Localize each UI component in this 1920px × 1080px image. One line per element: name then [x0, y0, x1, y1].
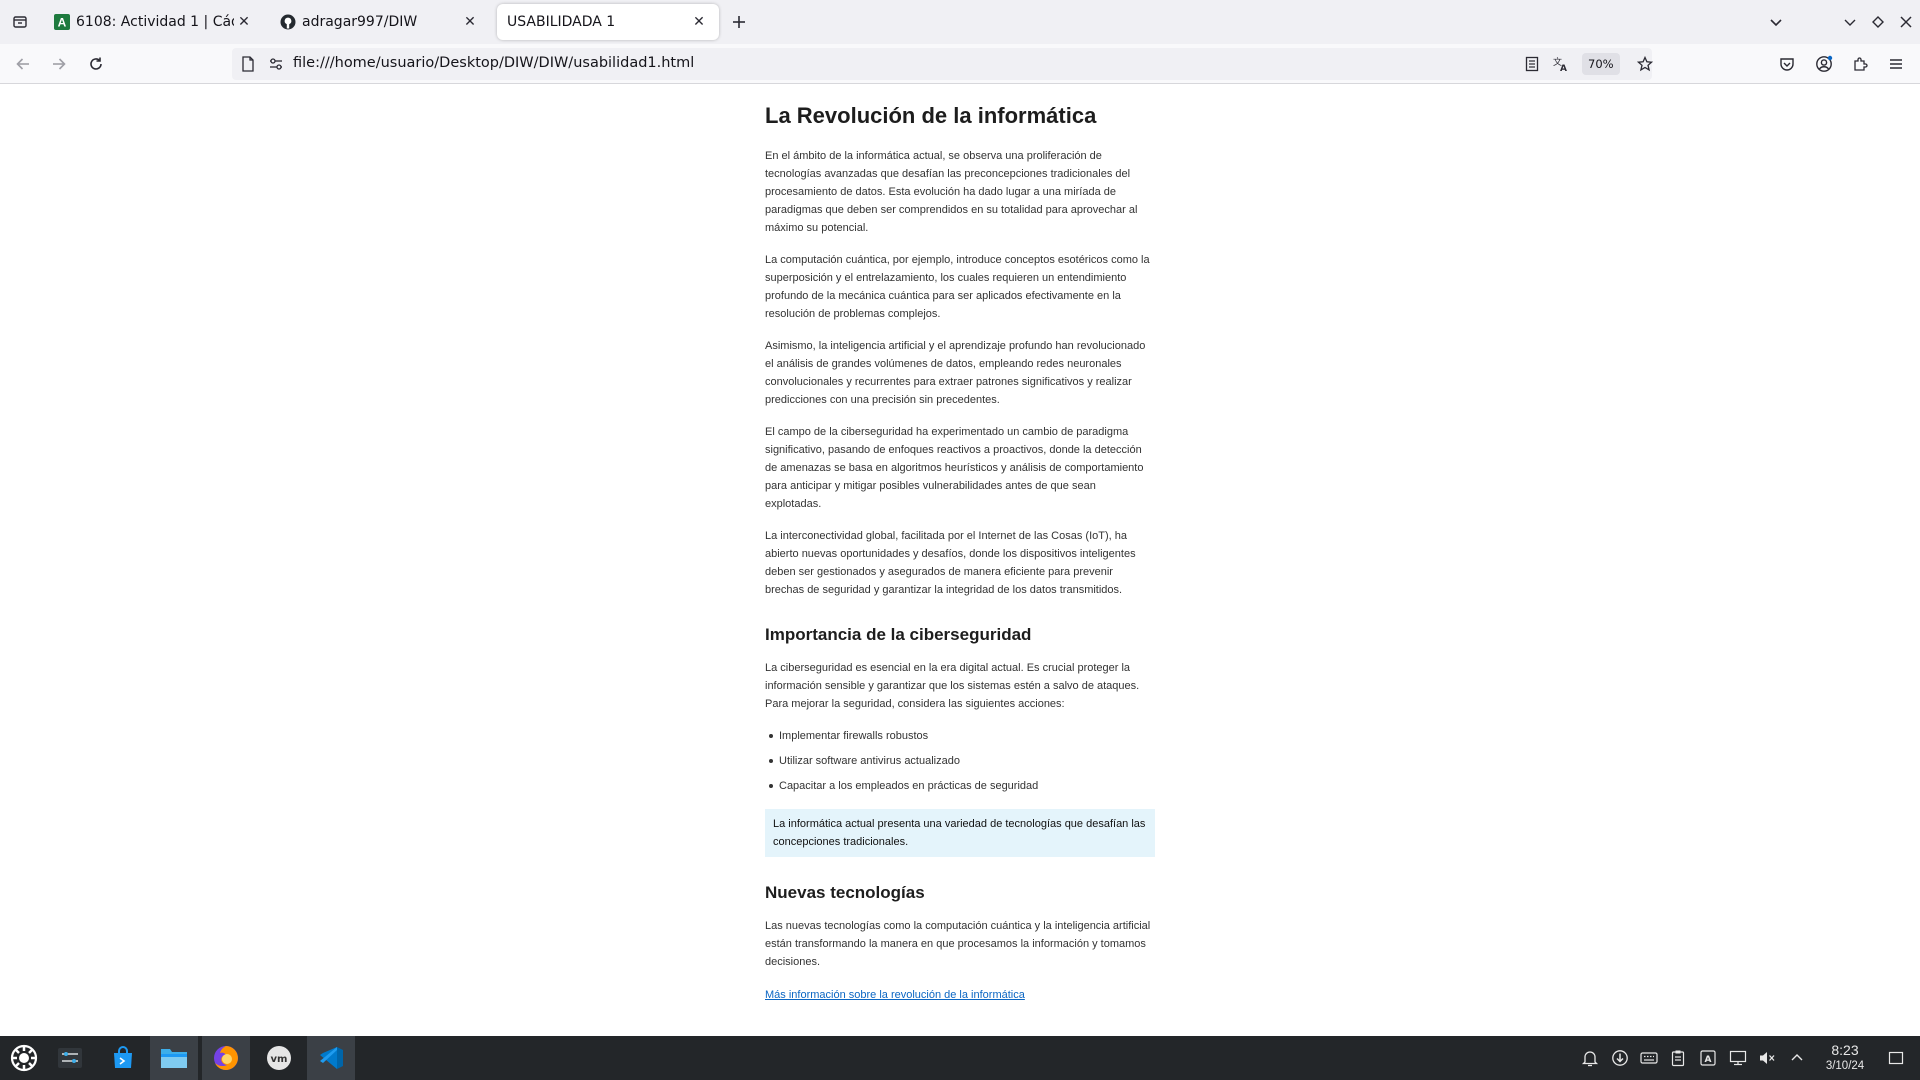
clock[interactable]: 8:23 3/10/24	[1810, 1042, 1880, 1074]
tab-actividad[interactable]: A 6108: Actividad 1 | Cádiz ✕	[44, 4, 264, 40]
minimize-chevron-down-icon[interactable]	[1836, 8, 1864, 36]
translate-icon[interactable]: 文A	[1550, 54, 1570, 74]
close-tab-icon[interactable]: ✕	[234, 12, 254, 32]
zoom-level-button[interactable]: 70%	[1582, 53, 1620, 75]
discover-store-icon[interactable]	[99, 1036, 147, 1080]
input-method-icon[interactable]: A	[1698, 1048, 1718, 1068]
section-heading-new-tech: Nuevas tecnologías	[765, 883, 925, 902]
list-tabs-chevron-down-icon[interactable]	[1762, 8, 1790, 36]
tab-usabilidad[interactable]: USABILIDADA 1 ✕	[497, 4, 719, 40]
vscode-icon[interactable]	[307, 1036, 355, 1080]
new-tech-paragraph: Las nuevas tecnologías como la computaci…	[765, 920, 1151, 968]
show-desktop-icon[interactable]	[1886, 1048, 1906, 1068]
permissions-icon[interactable]	[266, 54, 286, 74]
tab-title: USABILIDADA 1	[507, 14, 616, 30]
paragraph: Asimismo, la inteligencia artificial y e…	[765, 340, 1146, 406]
back-arrow-icon[interactable]	[9, 50, 37, 78]
tray-expand-chevron-up-icon[interactable]	[1787, 1048, 1807, 1068]
page-viewport: La Revolución de la informática En el ám…	[0, 85, 1920, 1036]
firefox-view-icon[interactable]	[6, 8, 34, 36]
page-info-icon[interactable]	[238, 54, 258, 74]
list-item: Implementar firewalls robustos	[765, 727, 1155, 745]
vmware-icon[interactable]: vm	[255, 1036, 303, 1080]
network-icon[interactable]	[1728, 1048, 1748, 1068]
new-tab-button[interactable]	[725, 8, 753, 36]
paragraph: La interconectividad global, facilitada …	[765, 530, 1136, 596]
keyboard-icon[interactable]	[1639, 1048, 1659, 1068]
highlight-callout: La informática actual presenta una varie…	[765, 809, 1155, 857]
list-item: Utilizar software antivirus actualizado	[765, 752, 1155, 770]
paragraph: El campo de la ciberseguridad ha experim…	[765, 426, 1144, 510]
clock-time: 8:23	[1831, 1042, 1859, 1058]
menu-hamburger-icon[interactable]	[1882, 50, 1910, 78]
system-settings-icon[interactable]	[46, 1036, 94, 1080]
address-bar[interactable]: file:///home/usuario/Desktop/DIW/DIW/usa…	[232, 48, 1655, 80]
security-actions-list: Implementar firewalls robustos Utilizar …	[765, 727, 1155, 795]
svg-text:vm: vm	[271, 1054, 288, 1065]
tab-github[interactable]: adragar997/DIW ✕	[270, 4, 490, 40]
close-window-icon[interactable]	[1892, 8, 1920, 36]
moodle-favicon-icon: A	[54, 14, 70, 30]
taskbar: vm A 8:23 3/10/24	[0, 1036, 1920, 1080]
article: La Revolución de la informática En el ám…	[765, 103, 1155, 1003]
tab-title: adragar997/DIW	[302, 14, 418, 30]
close-tab-icon[interactable]: ✕	[689, 12, 709, 32]
reload-icon[interactable]	[82, 50, 110, 78]
more-info-link[interactable]: Más información sobre la revolución de l…	[765, 989, 1025, 1001]
section-heading-security: Importancia de la ciberseguridad	[765, 625, 1032, 644]
firefox-icon[interactable]	[202, 1036, 250, 1080]
navigation-toolbar: file:///home/usuario/Desktop/DIW/DIW/usa…	[0, 44, 1920, 84]
forward-arrow-icon[interactable]	[45, 50, 73, 78]
url-text: file:///home/usuario/Desktop/DIW/DIW/usa…	[293, 55, 695, 71]
list-item: Capacitar a los empleados en prácticas d…	[765, 777, 1155, 795]
account-icon[interactable]	[1810, 50, 1838, 78]
update-icon[interactable]	[1610, 1048, 1630, 1068]
clipboard-icon[interactable]	[1668, 1048, 1688, 1068]
pocket-icon[interactable]	[1773, 50, 1801, 78]
svg-text:A: A	[1705, 1055, 1712, 1065]
app-launcher-icon[interactable]	[0, 1036, 48, 1080]
close-tab-icon[interactable]: ✕	[460, 12, 480, 32]
paragraph: La computación cuántica, por ejemplo, in…	[765, 254, 1150, 320]
reader-view-icon[interactable]	[1522, 54, 1542, 74]
notifications-icon[interactable]	[1580, 1048, 1600, 1068]
tab-strip: A 6108: Actividad 1 | Cádiz ✕ adragar997…	[0, 0, 1920, 44]
file-manager-icon[interactable]	[150, 1036, 198, 1080]
page-title: La Revolución de la informática	[765, 103, 1097, 128]
maximize-diamond-icon[interactable]	[1864, 8, 1892, 36]
extensions-icon[interactable]	[1846, 50, 1874, 78]
paragraph: En el ámbito de la informática actual, s…	[765, 150, 1138, 234]
clock-date: 3/10/24	[1825, 1060, 1865, 1072]
svg-text:A: A	[58, 16, 67, 30]
tab-title: 6108: Actividad 1 | Cádiz	[76, 14, 234, 30]
github-favicon-icon	[280, 14, 296, 30]
svg-text:A: A	[1560, 64, 1567, 72]
bookmark-star-icon[interactable]	[1635, 54, 1655, 74]
security-intro: La ciberseguridad es esencial en la era …	[765, 662, 1140, 710]
volume-muted-icon[interactable]	[1757, 1048, 1777, 1068]
